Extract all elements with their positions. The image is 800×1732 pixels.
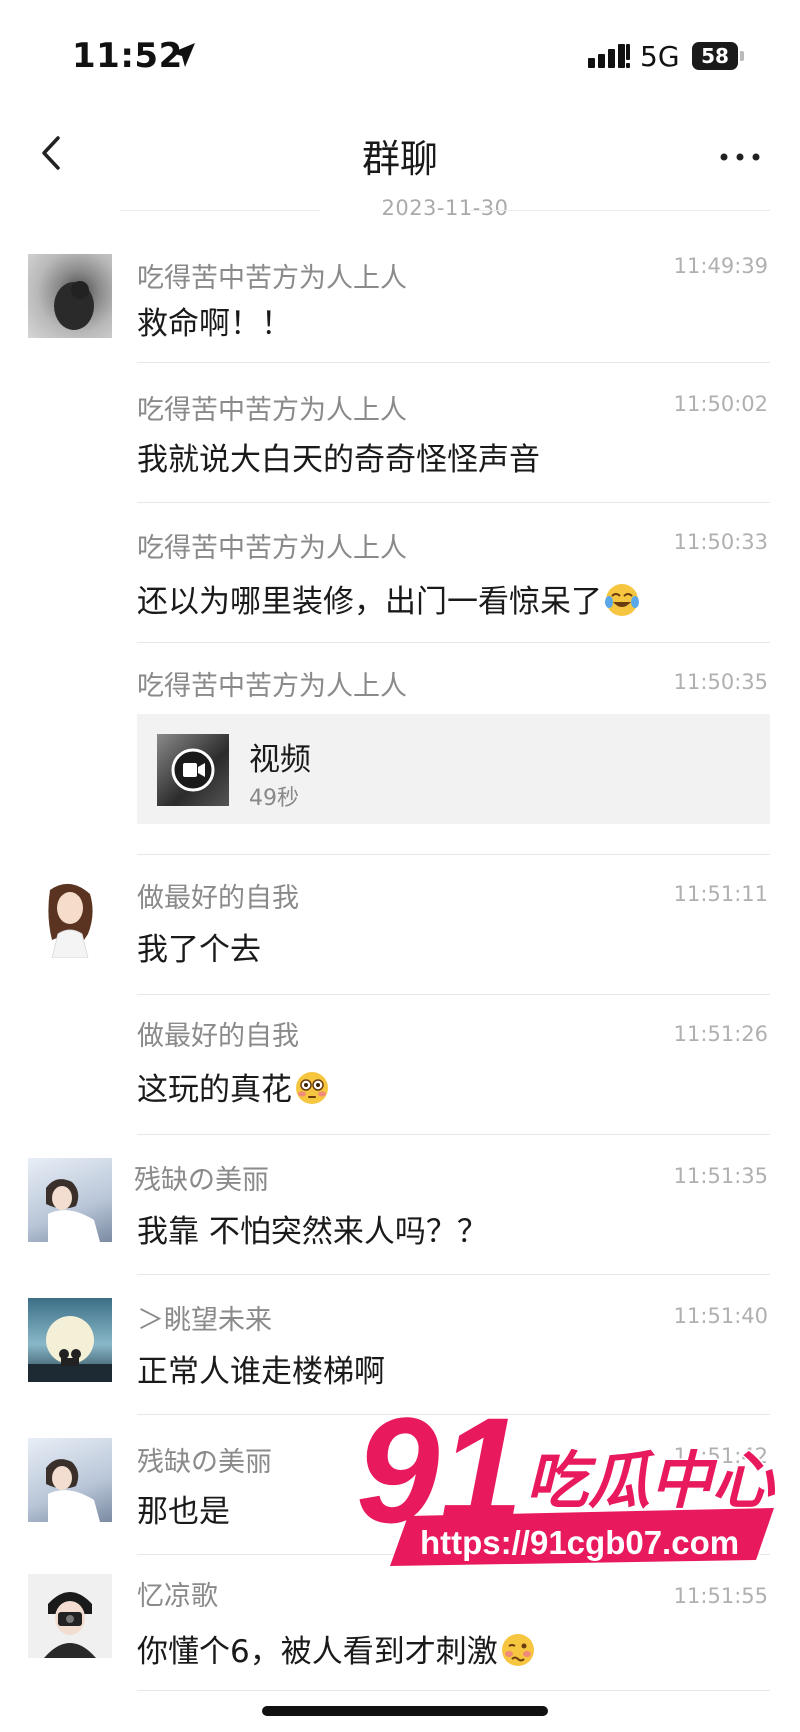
page-title: 群聊 <box>361 137 438 181</box>
message-time: 11:51:35 <box>673 1164 768 1188</box>
divider <box>137 1274 770 1275</box>
sender-name: 做最好的自我 <box>137 883 299 914</box>
date-label: 2023-11-30 <box>381 196 509 220</box>
status-time: 11:52 <box>72 36 183 76</box>
message-text: 还以为哪里装修，出门一看惊呆了 <box>137 576 640 621</box>
sender-name: 残缺の美丽 <box>134 1165 269 1196</box>
avatar[interactable] <box>28 1298 112 1382</box>
status-bar: 11:52 5G 58 <box>0 0 800 110</box>
divider <box>137 1414 770 1415</box>
message-time: 11:51:55 <box>673 1584 768 1608</box>
sender-name: 忆凉歌 <box>137 1581 218 1612</box>
message-text: 我了个去 <box>137 932 261 968</box>
divider <box>137 1134 770 1135</box>
watermark-graphic: 91 吃瓜中心 https://91cgb07.com <box>354 1384 778 1566</box>
sender-name: 吃得苦中苦方为人上人 <box>137 263 407 294</box>
date-separator: 2023-11-30 <box>120 196 770 226</box>
avatar[interactable] <box>28 1574 112 1658</box>
divider <box>137 362 770 363</box>
network-type: 5G <box>640 40 680 73</box>
video-thumbnail <box>157 734 229 806</box>
divider <box>137 502 770 503</box>
sender-name: 做最好的自我 <box>137 1021 299 1052</box>
message-time: 11:51:40 <box>673 1304 768 1328</box>
more-options-icon[interactable] <box>712 130 768 180</box>
message-text: 正常人谁走楼梯啊 <box>137 1354 385 1390</box>
video-duration: 49秒 <box>249 786 299 811</box>
signal-icon <box>588 44 630 68</box>
message-time: 11:50:02 <box>673 392 768 416</box>
message-time: 11:51:26 <box>673 1022 768 1046</box>
watermark-number: 91 <box>356 1392 523 1554</box>
divider <box>137 1690 770 1691</box>
video-play-icon <box>171 748 215 792</box>
battery-level: 58 <box>692 42 738 70</box>
flushed-face-emoji-icon <box>296 1072 328 1104</box>
sender-name: 吃得苦中苦方为人上人 <box>137 395 407 426</box>
nav-bar: 群聊 <box>0 110 800 200</box>
message-text-content: 这玩的真花 <box>137 1072 292 1108</box>
message-time: 11:51:11 <box>673 882 768 906</box>
avatar[interactable] <box>28 874 112 958</box>
message-text: 我靠 不怕突然来人吗？？ <box>137 1214 488 1250</box>
video-title: 视频 <box>249 742 311 778</box>
message-text: 我就说大白天的奇奇怪怪声音 <box>137 442 540 478</box>
message-text: 你懂个6，被人看到才刺激 <box>137 1626 536 1671</box>
home-indicator[interactable] <box>262 1706 548 1716</box>
location-arrow-icon <box>171 43 195 67</box>
video-card[interactable]: 视频 49秒 <box>137 714 770 824</box>
divider <box>137 642 770 643</box>
message-text: 这玩的真花 <box>137 1064 330 1109</box>
watermark-logo: 91 吃瓜中心 https://91cgb07.com <box>354 1384 786 1572</box>
message-text-content: 还以为哪里装修，出门一看惊呆了 <box>137 584 602 620</box>
message-text: 救命啊！！ <box>137 306 292 342</box>
message-text: 那也是 <box>137 1494 230 1530</box>
avatar[interactable] <box>28 1438 112 1522</box>
message-text-content: 你懂个6，被人看到才刺激 <box>137 1634 498 1670</box>
sender-name: 吃得苦中苦方为人上人 <box>137 533 407 564</box>
divider <box>137 994 770 995</box>
woozy-face-emoji-icon <box>501 1634 534 1666</box>
divider <box>137 854 770 855</box>
battery-icon: 58 <box>692 42 744 70</box>
sender-name: 吃得苦中苦方为人上人 <box>137 671 407 702</box>
message-time: 11:50:35 <box>673 670 768 694</box>
sender-name: ＞眺望未来 <box>137 1305 272 1336</box>
avatar[interactable] <box>28 254 112 338</box>
tears-of-joy-emoji-icon <box>605 584 639 616</box>
message-time: 11:49:39 <box>673 254 768 278</box>
message-time: 11:50:33 <box>673 530 768 554</box>
watermark-url: https://91cgb07.com <box>420 1524 739 1561</box>
divider <box>137 1554 770 1555</box>
sender-name: 残缺の美丽 <box>137 1447 272 1478</box>
message-time: 11:51:42 <box>673 1444 768 1468</box>
avatar[interactable] <box>28 1158 112 1242</box>
